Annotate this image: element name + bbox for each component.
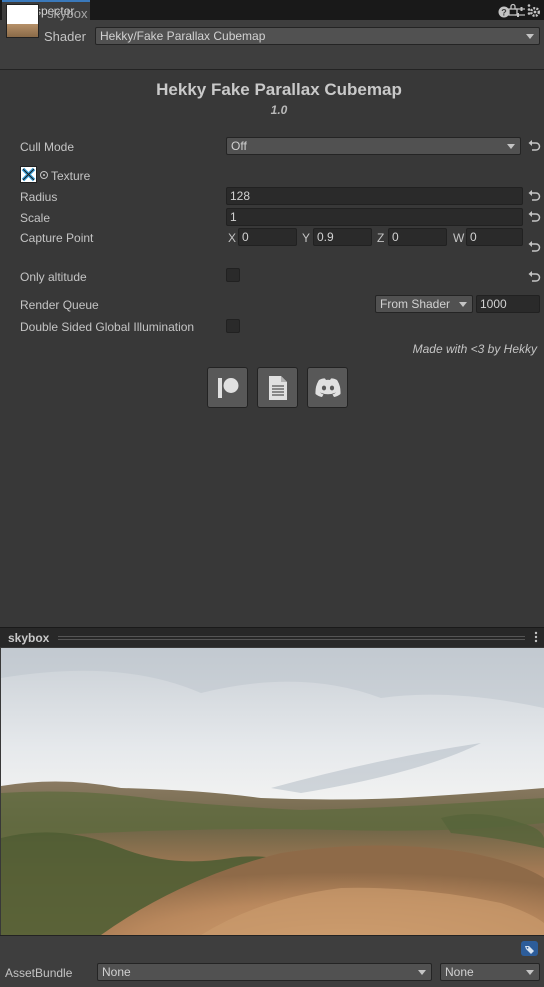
scale-label: Scale [20, 211, 51, 225]
help-icon[interactable]: ? [498, 6, 510, 18]
capture-y-field[interactable]: 0.9 [313, 228, 372, 246]
chevron-down-icon [526, 970, 534, 975]
capture-z-label: Z [377, 231, 385, 245]
presets-icon[interactable] [514, 6, 526, 18]
material-thumbnail [6, 4, 39, 38]
assetbundle-label: AssetBundle [5, 966, 73, 980]
reset-icon[interactable] [527, 240, 541, 254]
credit-text: Made with <3 by Hekky [412, 342, 537, 356]
chevron-down-icon [526, 34, 534, 39]
reset-icon[interactable] [527, 210, 541, 224]
shader-version: 1.0 [270, 103, 288, 117]
cull-mode-dropdown[interactable]: Off [226, 137, 521, 155]
double-sided-gi-label: Double Sided Global Illumination [20, 320, 195, 334]
scale-field[interactable]: 1 [226, 208, 523, 226]
render-queue-dropdown[interactable]: From Shader [375, 295, 473, 313]
capture-z-field[interactable]: 0 [388, 228, 447, 246]
drag-handle[interactable] [58, 636, 525, 637]
render-queue-label: Render Queue [20, 298, 99, 312]
label-tag-icon[interactable] [521, 941, 538, 956]
more-options-icon[interactable] [533, 631, 539, 643]
document-icon [268, 375, 287, 400]
capture-x-field[interactable]: 0 [238, 228, 297, 246]
chevron-down-icon [418, 970, 426, 975]
skybox-preview[interactable] [1, 648, 544, 935]
drag-handle[interactable] [58, 639, 525, 640]
cull-mode-value: Off [231, 139, 247, 153]
render-queue-mode: From Shader [380, 297, 451, 311]
patreon-icon [217, 377, 238, 398]
capture-w-label: W [453, 231, 465, 245]
material-name: skybox [47, 6, 88, 21]
missing-texture-icon [21, 167, 36, 182]
cull-mode-label: Cull Mode [20, 140, 75, 154]
chevron-down-icon [459, 302, 467, 307]
texture-slot[interactable] [20, 166, 37, 183]
reset-icon[interactable] [527, 139, 541, 153]
texture-label: Texture [51, 169, 91, 183]
preview-header[interactable] [0, 627, 544, 647]
shader-label: Shader [44, 29, 86, 44]
shader-title: Hekky Fake Parallax Cubemap [156, 80, 402, 99]
object-picker-icon[interactable] [40, 171, 48, 179]
assetbundle-name-value: None [102, 965, 131, 979]
chevron-down-icon [507, 144, 515, 149]
assetbundle-variant-dropdown[interactable]: None [440, 963, 540, 981]
assetbundle-name-dropdown[interactable]: None [97, 963, 432, 981]
shader-value: Hekky/Fake Parallax Cubemap [100, 29, 266, 43]
preview-title: skybox [8, 631, 50, 645]
radius-label: Radius [20, 190, 58, 204]
render-queue-field[interactable]: 1000 [476, 295, 540, 313]
reset-icon[interactable] [527, 270, 541, 284]
capture-point-label: Capture Point [20, 231, 94, 245]
shader-dropdown[interactable]: Hekky/Fake Parallax Cubemap [95, 27, 540, 45]
discord-button[interactable] [307, 367, 348, 408]
documentation-button[interactable] [257, 367, 298, 408]
discord-icon [314, 377, 341, 397]
capture-y-label: Y [302, 231, 311, 245]
capture-x-label: X [228, 231, 237, 245]
radius-field[interactable]: 128 [226, 187, 523, 205]
svg-text:?: ? [501, 7, 507, 17]
capture-w-field[interactable]: 0 [466, 228, 523, 246]
double-sided-gi-checkbox[interactable] [226, 319, 240, 333]
only-altitude-label: Only altitude [20, 270, 87, 284]
patreon-button[interactable] [207, 367, 248, 408]
reset-icon[interactable] [527, 189, 541, 203]
gear-icon[interactable] [529, 6, 541, 18]
only-altitude-checkbox[interactable] [226, 268, 240, 282]
assetbundle-variant-value: None [445, 965, 474, 979]
